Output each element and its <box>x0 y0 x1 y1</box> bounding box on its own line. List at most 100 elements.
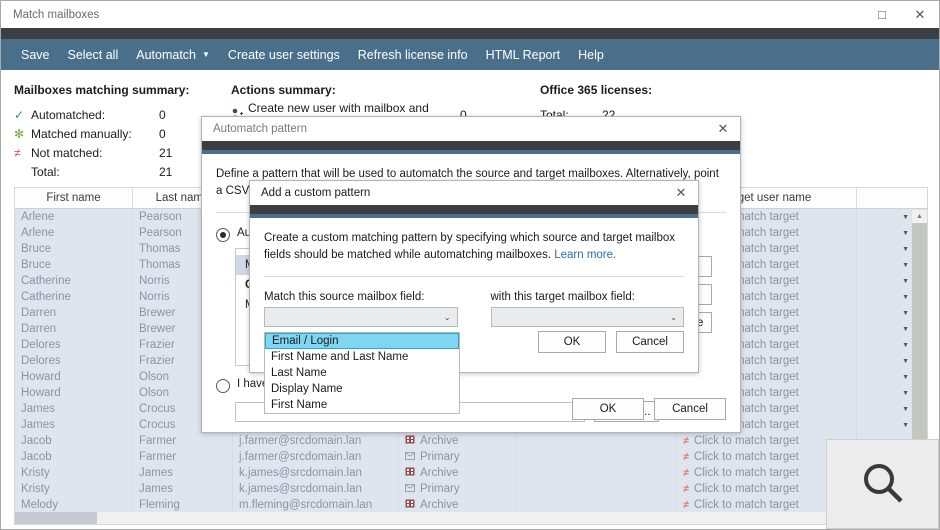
table-row[interactable]: Kristy James k.james@srcdomain.lan Archive ≠… <box>15 465 927 481</box>
source-field-combo[interactable]: ⌄ <box>264 307 458 327</box>
close-button[interactable]: ✕ <box>901 1 939 28</box>
grid-horizontal-scroll-thumb[interactable] <box>15 512 97 524</box>
custom-ok-button[interactable]: OK <box>538 331 606 353</box>
automatch-ok-button[interactable]: OK <box>572 398 644 420</box>
chevron-down-icon[interactable]: ▼ <box>902 246 909 253</box>
not-equal-icon: ≠ <box>683 483 690 495</box>
cell-source-email: j.farmer@srcdomain.lan <box>233 449 399 465</box>
chevron-down-icon: ⌄ <box>443 312 451 322</box>
mailboxes-summary: Mailboxes matching summary: ✓ Automatche… <box>1 83 199 179</box>
radio-pattern-icon[interactable] <box>216 228 230 242</box>
cell-first-name: Jacob <box>15 449 133 465</box>
cell-mailbox-type: Primary <box>399 449 517 465</box>
cell-first-name: Howard <box>15 385 133 401</box>
source-field-dropdown-list[interactable]: Email / Login First Name and Last Name Las… <box>264 332 460 414</box>
summary-value-total: 21 <box>159 164 173 179</box>
window-accent-strip <box>1 28 939 39</box>
chevron-down-icon[interactable]: ▼ <box>902 294 909 301</box>
menu-item-select-all[interactable]: Select all <box>59 39 128 70</box>
chevron-down-icon[interactable]: ▼ <box>902 278 909 285</box>
dropdown-option-0[interactable]: Email / Login <box>265 333 459 349</box>
cell-row-menu: ▼ <box>857 305 913 321</box>
chevron-down-icon[interactable]: ▼ <box>902 374 909 381</box>
cell-row-menu: ▼ <box>857 289 913 305</box>
cell-first-name: Delores <box>15 337 133 353</box>
not-equal-icon: ≠ <box>683 467 690 479</box>
chevron-down-icon[interactable]: ▼ <box>902 230 909 237</box>
cell-first-name: Darren <box>15 305 133 321</box>
chevron-down-icon[interactable]: ▼ <box>902 262 909 269</box>
menu-item-save[interactable]: Save <box>12 39 59 70</box>
column-header-first-name[interactable]: First name <box>15 188 133 208</box>
menu-item-create-user-settings-label: Create user settings <box>227 47 340 62</box>
chevron-down-icon[interactable]: ▼ <box>902 390 909 397</box>
archive-icon <box>405 467 415 479</box>
cell-mailbox-type: Archive <box>399 433 517 449</box>
cell-last-name: Fleming <box>133 497 233 513</box>
magnifier-overlay[interactable] <box>826 439 939 529</box>
source-field-label: Match this source mailbox field: <box>264 291 425 303</box>
table-row[interactable]: Kristy James k.james@srcdomain.lan Primary ≠… <box>15 481 927 497</box>
cell-first-name: Arlene <box>15 209 133 225</box>
custom-dialog-dark-bar <box>250 205 698 214</box>
custom-cancel-button[interactable]: Cancel <box>616 331 684 353</box>
cell-mailbox-type: Archive <box>399 497 517 513</box>
cell-row-menu: ▼ <box>857 337 913 353</box>
chevron-down-icon[interactable]: ▼ <box>902 422 909 429</box>
cell-last-name: James <box>133 481 233 497</box>
menu-item-automatch[interactable]: Automatch ▼ <box>127 39 219 70</box>
cell-last-name: Farmer <box>133 449 233 465</box>
custom-dialog-close-icon[interactable]: ✕ <box>664 181 698 205</box>
cell-source-email: m.fleming@srcdomain.lan <box>233 497 399 513</box>
dropdown-option-4[interactable]: First Name <box>265 397 459 413</box>
dropdown-option-3[interactable]: Display Name <box>265 381 459 397</box>
chevron-down-icon[interactable]: ▼ <box>902 310 909 317</box>
mailboxes-summary-title: Mailboxes matching summary: <box>14 83 190 97</box>
menu-item-html-report[interactable]: HTML Report <box>477 39 570 70</box>
target-field-combo[interactable]: ⌄ <box>490 307 684 327</box>
automatch-cancel-button[interactable]: Cancel <box>654 398 726 420</box>
cell-source-email: k.james@srcdomain.lan <box>233 465 399 481</box>
cell-row-menu: ▼ <box>857 209 913 225</box>
menu-item-help[interactable]: Help <box>569 39 613 70</box>
cell-last-name: Farmer <box>133 433 233 449</box>
cell-first-name: Kristy <box>15 481 133 497</box>
cell-row-menu: ▼ <box>857 369 913 385</box>
cell-first-name: Kristy <box>15 465 133 481</box>
radio-csv-icon[interactable] <box>216 379 230 393</box>
dot-icon: ✻ <box>14 126 25 141</box>
cell-row-menu: ▼ <box>857 257 913 273</box>
menu-item-create-user-settings[interactable]: Create user settings <box>219 39 349 70</box>
chevron-down-icon[interactable]: ▼ <box>902 326 909 333</box>
window-title: Match mailboxes <box>13 8 100 21</box>
cell-first-name: Arlene <box>15 225 133 241</box>
cell-source-email: j.farmer@srcdomain.lan <box>233 433 399 449</box>
summary-row-not-matched: ≠ Not matched: 21 <box>14 143 199 162</box>
learn-more-link[interactable]: Learn more. <box>554 249 616 261</box>
add-custom-pattern-dialog: Add a custom pattern ✕ Create a custom m… <box>249 180 699 414</box>
summary-row-automatched: ✓ Automatched: 0 <box>14 105 199 124</box>
dropdown-option-2[interactable]: Last Name <box>265 365 459 381</box>
column-header-row-menu[interactable] <box>857 188 913 208</box>
chevron-down-icon[interactable]: ▼ <box>902 214 909 221</box>
cell-row-menu: ▼ <box>857 353 913 369</box>
grid-horizontal-scrollbar[interactable] <box>15 512 912 524</box>
not-equal-icon: ≠ <box>683 499 690 511</box>
menu-item-refresh-license-info[interactable]: Refresh license info <box>349 39 477 70</box>
target-field-col: with this target mailbox field: ⌄ <box>490 291 684 327</box>
cell-first-name: Howard <box>15 369 133 385</box>
dropdown-option-1[interactable]: First Name and Last Name <box>265 349 459 365</box>
chevron-down-icon[interactable]: ▼ <box>902 406 909 413</box>
archive-icon <box>405 435 415 447</box>
chevron-down-icon[interactable]: ▼ <box>902 358 909 365</box>
scroll-up-arrow-icon[interactable]: ▲ <box>912 210 927 223</box>
table-row[interactable]: Jacob Farmer j.farmer@srcdomain.lan Archive… <box>15 433 927 449</box>
maximize-button[interactable]: □ <box>863 1 901 28</box>
table-row[interactable]: Melody Fleming m.fleming@srcdomain.lan Arch… <box>15 497 927 513</box>
summary-row-total: Total: 21 <box>14 162 199 181</box>
chevron-down-icon[interactable]: ▼ <box>902 342 909 349</box>
automatch-dialog-close-icon[interactable]: ✕ <box>706 117 740 141</box>
cell-first-name: Jacob <box>15 433 133 449</box>
custom-dialog-field-row: Match this source mailbox field: ⌄ Email… <box>264 291 684 414</box>
table-row[interactable]: Jacob Farmer j.farmer@srcdomain.lan Primary… <box>15 449 927 465</box>
